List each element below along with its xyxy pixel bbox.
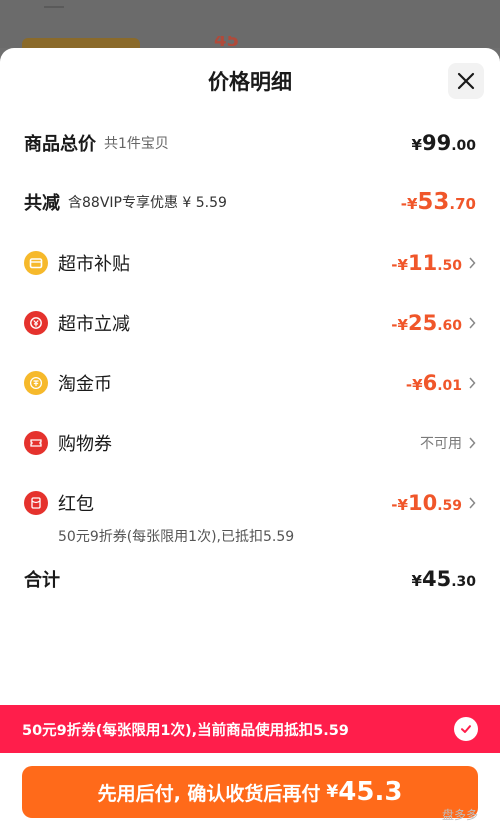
taojinbi-row[interactable]: 淘金币 -¥6.01 (24, 368, 476, 398)
pay-currency: ¥ (326, 782, 339, 802)
sheet-title: 价格明细 (208, 70, 292, 94)
supermarket-subsidy-amount: -¥11.50 (391, 251, 462, 275)
red-packet-row[interactable]: 红包 -¥10.59 (24, 488, 476, 518)
supermarket-instant-discount-amount: -¥25.60 (391, 311, 462, 335)
total-price-amount: ¥99.00 (411, 131, 476, 155)
red-packet-amount: -¥10.59 (391, 491, 462, 515)
watermark-text: 盘多多 (442, 808, 479, 822)
pay-amount: 45.3 (338, 777, 403, 807)
discount-row: 共减 含88VIP专享优惠 ¥ 5.59 -¥ 53.70 (24, 187, 476, 217)
chevron-right-icon (468, 257, 476, 269)
taojinbi-label: 淘金币 (58, 374, 112, 395)
chevron-right-icon (468, 377, 476, 389)
discount-amount: -¥ 53.70 (400, 189, 476, 215)
coin-icon (24, 371, 48, 395)
total-price-label: 商品总价 (24, 134, 96, 155)
check-icon[interactable] (454, 717, 478, 741)
wallet-icon (24, 251, 48, 275)
taojinbi-amount: -¥6.01 (405, 371, 462, 395)
coupon-applied-bar[interactable]: 50元9折券(每张限用1次),当前商品使用抵扣5.59 (0, 705, 500, 753)
ticket-icon (24, 431, 48, 455)
vip-discount-note: 含88VIP专享优惠 ¥ 5.59 (68, 195, 227, 211)
pay-later-button[interactable]: 先用后付, 确认收货后再付 ¥ 45.3 (22, 766, 478, 818)
total-price-row: 商品总价 共1件宝贝 ¥99.00 (24, 128, 476, 158)
supermarket-instant-discount-label: 超市立减 (58, 314, 130, 335)
close-button[interactable] (448, 63, 484, 99)
red-packet-icon (24, 491, 48, 515)
red-packet-note: 50元9折券(每张限用1次),已抵扣5.59 (58, 529, 295, 545)
shopping-voucher-label: 购物券 (58, 434, 112, 455)
discount-icon (24, 311, 48, 335)
shopping-voucher-row[interactable]: 购物券 不可用 (24, 428, 476, 458)
background-page: 45 (0, 0, 500, 48)
supermarket-subsidy-row[interactable]: 超市补贴 -¥11.50 (24, 248, 476, 278)
supermarket-instant-discount-row[interactable]: 超市立减 -¥25.60 (24, 308, 476, 338)
discount-label: 共减 (24, 193, 60, 214)
chevron-right-icon (468, 437, 476, 449)
voucher-unavailable-text: 不可用 (420, 436, 462, 452)
pay-later-text: 先用后付, 确认收货后再付 (97, 782, 321, 805)
coupon-applied-text: 50元9折券(每张限用1次),当前商品使用抵扣5.59 (22, 722, 349, 739)
chevron-right-icon (468, 317, 476, 329)
sum-label: 合计 (24, 570, 60, 591)
sum-row: 合计 ¥45.30 (24, 564, 476, 594)
close-icon (457, 72, 475, 90)
supermarket-subsidy-label: 超市补贴 (58, 254, 130, 275)
red-packet-label: 红包 (58, 494, 94, 515)
price-detail-sheet: 价格明细 商品总价 共1件宝贝 ¥99.00 共减 含88VIP专享优惠 ¥ 5… (0, 48, 500, 836)
chevron-right-icon (468, 497, 476, 509)
sum-amount: ¥45.30 (411, 567, 476, 591)
item-count: 共1件宝贝 (104, 136, 169, 152)
